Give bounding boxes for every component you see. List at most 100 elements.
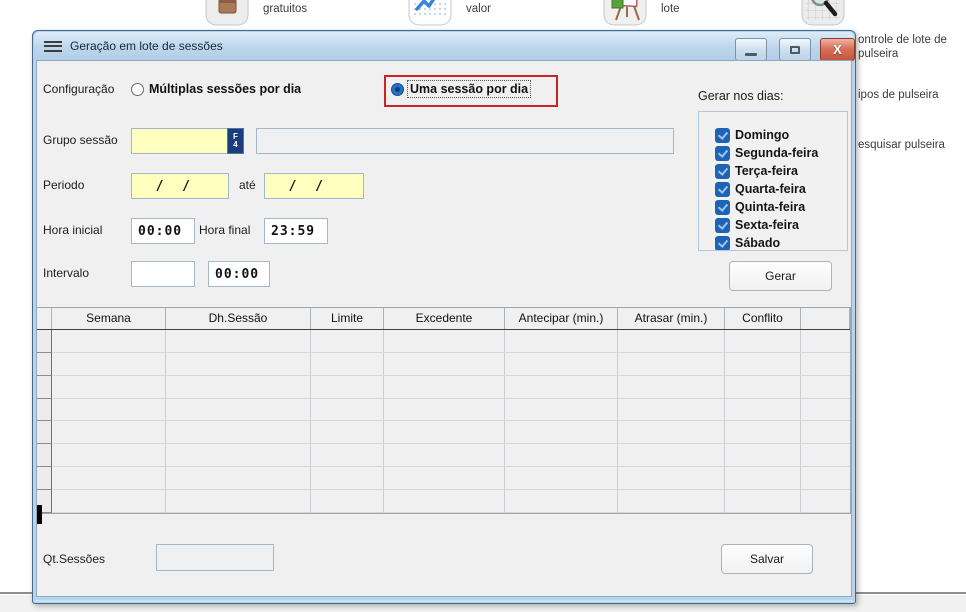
checkbox-checked-icon[interactable] (715, 128, 730, 143)
table-cell[interactable] (52, 376, 166, 399)
day-item-1[interactable]: Segunda-feira (715, 144, 847, 162)
column-header-limite[interactable]: Limite (311, 308, 384, 329)
table-cell[interactable] (384, 490, 505, 513)
table-cell[interactable] (311, 467, 384, 490)
table-cell[interactable] (166, 376, 311, 399)
table-cell[interactable] (384, 467, 505, 490)
f4-lookup-badge[interactable]: F4 (227, 128, 244, 154)
table-cell[interactable] (384, 399, 505, 422)
side-label-controle-lote[interactable]: ontrole de lote de pulseira (858, 33, 964, 61)
table-cell[interactable] (618, 490, 725, 513)
table-cell[interactable] (725, 353, 801, 376)
checkbox-checked-icon[interactable] (715, 236, 730, 251)
table-cell[interactable] (52, 330, 166, 353)
days-listbox[interactable]: DomingoSegunda-feiraTerça-feiraQuarta-fe… (698, 111, 848, 251)
table-cell[interactable] (52, 490, 166, 513)
restore-button[interactable] (779, 38, 811, 61)
checkbox-checked-icon[interactable] (715, 164, 730, 179)
checkbox-checked-icon[interactable] (715, 146, 730, 161)
table-cell[interactable] (618, 330, 725, 353)
table-row[interactable] (37, 330, 850, 353)
checkbox-checked-icon[interactable] (715, 200, 730, 215)
table-cell[interactable] (52, 399, 166, 422)
table-cell[interactable] (166, 399, 311, 422)
table-cell[interactable] (725, 330, 801, 353)
table-cell[interactable] (384, 376, 505, 399)
table-cell[interactable] (725, 467, 801, 490)
column-header-semana[interactable]: Semana (52, 308, 166, 329)
table-cell[interactable] (384, 353, 505, 376)
table-cell[interactable] (166, 421, 311, 444)
table-cell[interactable] (505, 353, 618, 376)
table-cell[interactable] (384, 444, 505, 467)
table-cell[interactable] (618, 353, 725, 376)
side-label-tipos-pulseira[interactable]: ipos de pulseira (858, 88, 964, 102)
periodo-inicio-input[interactable] (131, 173, 229, 199)
row-selector-cell[interactable] (37, 376, 52, 399)
table-cell[interactable] (725, 376, 801, 399)
row-selector-cell[interactable] (37, 421, 52, 444)
column-header-excedente[interactable]: Excedente (384, 308, 505, 329)
table-cell[interactable] (384, 330, 505, 353)
table-row[interactable] (37, 467, 850, 490)
hora-inicial-input[interactable] (131, 218, 195, 244)
table-cell[interactable] (505, 330, 618, 353)
table-cell[interactable] (166, 467, 311, 490)
table-cell[interactable] (505, 399, 618, 422)
table-cell[interactable] (52, 467, 166, 490)
day-item-3[interactable]: Quarta-feira (715, 180, 847, 198)
grupo-sessao-input[interactable] (131, 128, 229, 154)
day-item-6[interactable]: Sábado (715, 234, 847, 251)
gerar-button[interactable]: Gerar (729, 261, 832, 291)
radio-multiplas-sessoes-label[interactable]: Múltiplas sessões por dia (149, 82, 301, 96)
table-cell[interactable] (166, 330, 311, 353)
table-cell[interactable] (618, 399, 725, 422)
table-cell[interactable] (52, 353, 166, 376)
table-cell[interactable] (618, 444, 725, 467)
side-label-pesquisar-pulseira[interactable]: esquisar pulseira (858, 138, 964, 152)
checkbox-checked-icon[interactable] (715, 218, 730, 233)
table-cell[interactable] (505, 490, 618, 513)
table-cell[interactable] (618, 467, 725, 490)
table-cell[interactable] (311, 330, 384, 353)
close-button[interactable]: X (820, 38, 855, 61)
salvar-button[interactable]: Salvar (721, 544, 813, 574)
table-cell[interactable] (166, 490, 311, 513)
table-cell[interactable] (311, 353, 384, 376)
column-header-conflito[interactable]: Conflito (725, 308, 801, 329)
periodo-fim-input[interactable] (264, 173, 364, 199)
day-item-5[interactable]: Sexta-feira (715, 216, 847, 234)
table-cell[interactable] (311, 421, 384, 444)
day-item-2[interactable]: Terça-feira (715, 162, 847, 180)
radio-multiplas-sessoes[interactable] (131, 83, 144, 96)
row-selector-cell[interactable] (37, 353, 52, 376)
table-row[interactable] (37, 376, 850, 399)
table-cell[interactable] (52, 444, 166, 467)
dialog-titlebar[interactable]: Geração em lote de sessões X (34, 32, 854, 60)
system-menu-icon[interactable] (44, 41, 62, 52)
table-cell[interactable] (311, 376, 384, 399)
table-row[interactable] (37, 399, 850, 422)
table-row[interactable] (37, 490, 850, 513)
table-cell[interactable] (505, 421, 618, 444)
table-row[interactable] (37, 353, 850, 376)
table-cell[interactable] (52, 421, 166, 444)
table-cell[interactable] (311, 399, 384, 422)
row-selector-cell[interactable] (37, 330, 52, 353)
day-item-4[interactable]: Quinta-feira (715, 198, 847, 216)
table-cell[interactable] (725, 399, 801, 422)
minimize-button[interactable] (735, 38, 767, 61)
table-cell[interactable] (384, 421, 505, 444)
table-cell[interactable] (166, 353, 311, 376)
table-cell[interactable] (311, 444, 384, 467)
column-header-atrasar-min-[interactable]: Atrasar (min.) (618, 308, 725, 329)
table-cell[interactable] (505, 376, 618, 399)
column-header-dh-sess-o[interactable]: Dh.Sessão (166, 308, 311, 329)
row-selector-header[interactable] (37, 308, 52, 329)
table-cell[interactable] (725, 444, 801, 467)
row-selector-cell[interactable] (37, 444, 52, 467)
table-cell[interactable] (505, 444, 618, 467)
table-cell[interactable] (725, 421, 801, 444)
table-row[interactable] (37, 444, 850, 467)
table-row[interactable] (37, 421, 850, 444)
